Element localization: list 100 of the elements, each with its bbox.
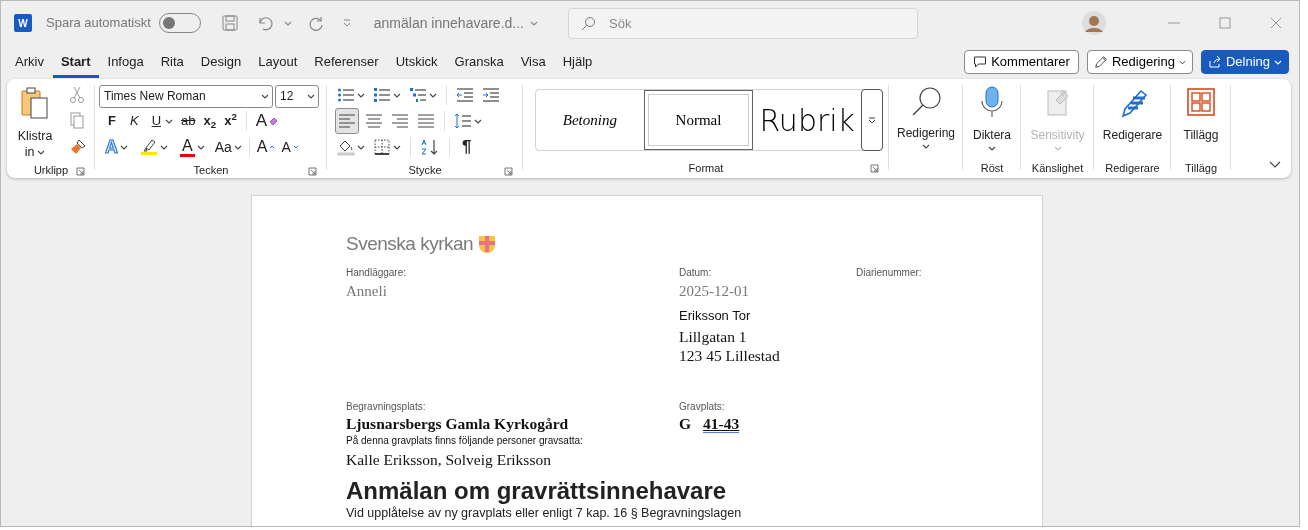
line-spacing-icon xyxy=(454,113,472,129)
paste-button[interactable]: Klistra in xyxy=(11,82,59,162)
document-subheading: Vid upplåtelse av ny gravplats eller enligt 7 kap. 16 § Begravningslagen xyxy=(346,505,743,521)
font-size-field[interactable]: 12 xyxy=(275,84,319,108)
group-label: Redigerare xyxy=(1105,161,1160,177)
show-marks-button[interactable]: ¶ xyxy=(457,134,477,160)
ribbon-command-button[interactable]: Tillägg xyxy=(1177,82,1225,159)
group-label: Format xyxy=(688,161,724,177)
chevron-down-icon xyxy=(196,144,205,150)
field-label: Diarienummer: xyxy=(856,265,922,280)
group-label: Röst xyxy=(980,161,1004,177)
underline-button[interactable]: U xyxy=(147,108,175,134)
ribbon-tab[interactable]: Granska xyxy=(446,45,512,79)
font-name-field[interactable]: Times New Roman xyxy=(99,84,273,108)
logo-text: Svenska kyrkan xyxy=(346,232,474,256)
dialog-launcher-icon[interactable] xyxy=(76,167,85,176)
search-icon xyxy=(910,86,942,118)
group-label: Tecken xyxy=(193,163,229,178)
chevron-down-icon xyxy=(120,144,128,150)
ribbon-tab[interactable]: Layout xyxy=(250,45,306,79)
dialog-launcher-icon[interactable] xyxy=(870,164,879,173)
clipboard-icon xyxy=(20,86,50,120)
indent-icon xyxy=(482,87,500,103)
ribbon-command-button[interactable]: Redigerare xyxy=(1096,82,1169,159)
multilevel-list-icon xyxy=(409,87,427,103)
style-option[interactable]: Betoning xyxy=(536,90,644,150)
ribbon-tab[interactable]: Arkiv xyxy=(7,45,52,79)
ribbon-tab[interactable]: Referenser xyxy=(306,45,387,79)
dialog-launcher-icon[interactable] xyxy=(504,167,513,176)
chevron-down-icon xyxy=(1053,146,1062,151)
chevron-down-icon xyxy=(165,118,173,124)
buried-names: Kalle Eriksson, Solveig Eriksson xyxy=(346,450,552,469)
caret-down-icon xyxy=(292,145,299,149)
address-line: 123 45 Lillestad xyxy=(679,346,781,365)
grid-icon xyxy=(1185,86,1217,118)
dialog-launcher-icon[interactable] xyxy=(308,167,317,176)
save-icon[interactable] xyxy=(220,14,239,32)
share-icon xyxy=(1207,55,1222,69)
group-label: Stycke xyxy=(408,163,442,178)
collapse-ribbon-icon[interactable] xyxy=(1269,161,1281,168)
expand-icon xyxy=(868,116,876,124)
borders-icon xyxy=(373,138,391,156)
ribbon-tab[interactable]: Visa xyxy=(512,45,554,79)
close-icon[interactable] xyxy=(1268,15,1284,31)
grave-section-text: G xyxy=(679,415,692,432)
outdent-icon xyxy=(456,87,474,103)
grow-font-button[interactable]: A xyxy=(254,134,278,160)
font-color-button[interactable]: A xyxy=(178,134,207,160)
pencil-icon xyxy=(1093,54,1108,70)
change-case-button[interactable]: Aa xyxy=(212,134,244,160)
document-title[interactable]: anmälan innehavare.d... xyxy=(373,12,524,34)
comment-icon xyxy=(973,55,988,69)
share-button[interactable]: Delning xyxy=(1200,50,1289,74)
chevron-down-icon xyxy=(1178,59,1186,65)
search-field[interactable]: Sök xyxy=(568,7,918,39)
field-label: Handläggare: xyxy=(346,265,408,280)
autosave-label: Spara automatiskt xyxy=(46,14,151,33)
numbered-list-icon xyxy=(373,87,391,103)
chevron-down-icon xyxy=(1274,59,1282,65)
italic-button[interactable]: K xyxy=(124,108,144,134)
editing-mode-button[interactable]: Redigering xyxy=(1086,50,1193,74)
highlighter-icon xyxy=(140,138,158,156)
ribbon-tab[interactable]: Utskick xyxy=(387,45,446,79)
chevron-down-icon xyxy=(393,144,401,150)
ribbon-tab[interactable]: Rita xyxy=(152,45,192,79)
scissors-icon xyxy=(69,86,85,104)
ribbon-tab[interactable]: Hjälp xyxy=(554,45,601,79)
document-heading: Anmälan om gravrättsinnehavare xyxy=(346,477,728,505)
address-line: Lillgatan 1 xyxy=(679,327,748,346)
ribbon-command-button[interactable]: Redigering xyxy=(891,82,962,159)
chevron-down-icon xyxy=(393,92,401,98)
copy-icon xyxy=(69,112,85,130)
sort-icon xyxy=(420,138,440,156)
eraser-icon xyxy=(269,116,279,126)
chevron-down-icon xyxy=(283,20,292,26)
style-option[interactable]: Normal xyxy=(643,90,754,150)
style-option[interactable]: Rubrik xyxy=(753,90,861,150)
superscript-button[interactable]: x$^{2}$ xyxy=(222,108,239,134)
strikethrough-button[interactable]: ab xyxy=(179,108,198,134)
chevron-down-icon xyxy=(37,150,46,156)
group-label: Känslighet xyxy=(1031,161,1084,177)
avatar-icon[interactable] xyxy=(1082,11,1106,35)
subscript-button[interactable]: x$_{2}$ xyxy=(201,108,219,134)
clear-formatting-button[interactable]: A xyxy=(253,108,281,134)
cross-shield-icon xyxy=(477,234,498,255)
chevron-down-icon xyxy=(988,146,996,151)
ribbon-tab[interactable]: Infoga xyxy=(99,45,152,79)
customize-icon[interactable] xyxy=(341,19,352,27)
shrink-font-button[interactable]: A xyxy=(279,134,301,160)
app-logo: W xyxy=(14,14,32,32)
style-gallery-more-button[interactable] xyxy=(861,89,883,151)
ribbon-tab[interactable]: Design xyxy=(192,45,250,79)
bold-button[interactable]: F xyxy=(103,108,121,134)
chevron-down-icon xyxy=(160,144,168,150)
grave-number: 41-43 xyxy=(703,415,740,433)
ribbon-command-button[interactable]: Diktera xyxy=(967,82,1017,159)
chevron-down-icon xyxy=(922,144,930,149)
brush-icon xyxy=(69,138,87,156)
comments-button[interactable]: Kommentarer xyxy=(964,50,1079,74)
field-value: Anneli xyxy=(346,281,388,301)
